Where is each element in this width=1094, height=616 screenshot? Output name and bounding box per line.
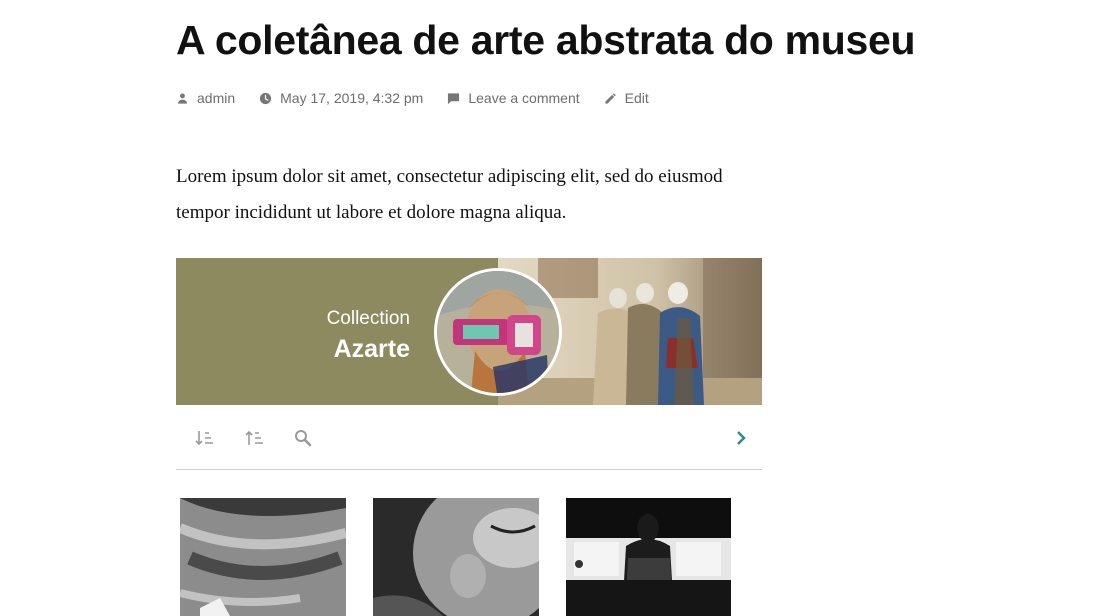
post-title: A coletânea de arte abstrata do museu — [176, 17, 916, 63]
clock-icon — [260, 92, 272, 104]
collection-thumbnail — [434, 268, 562, 396]
person-icon — [178, 92, 187, 104]
post-body: Lorem ipsum dolor sit amet, consectetur … — [176, 166, 723, 223]
meta-author: admin — [176, 90, 235, 106]
toolbar-divider — [176, 469, 762, 470]
pencil-icon — [605, 92, 616, 104]
meta-date: May 17, 2019, 4:32 pm — [259, 90, 423, 106]
sort-ascending-icon[interactable] — [244, 427, 266, 449]
author-link[interactable]: admin — [197, 90, 235, 106]
collection-banner[interactable]: Collection Azarte — [176, 258, 762, 405]
collection-name[interactable]: Azarte — [334, 334, 410, 364]
sort-descending-icon[interactable] — [194, 427, 216, 449]
leave-comment-link[interactable]: Leave a comment — [468, 90, 579, 106]
comment-icon — [448, 92, 460, 104]
collection-toolbar — [176, 417, 762, 459]
collection-item-thumbnail[interactable] — [180, 498, 346, 616]
search-icon[interactable] — [292, 427, 314, 449]
edit-link[interactable]: Edit — [625, 90, 649, 106]
meta-edit: Edit — [604, 90, 649, 106]
date-link[interactable]: May 17, 2019, 4:32 pm — [280, 90, 423, 106]
post-meta: admin May 17, 2019, 4:32 pm Leave a comm… — [176, 89, 673, 107]
collection-item-thumbnail[interactable] — [373, 498, 539, 616]
chevron-right-icon[interactable] — [731, 427, 753, 449]
collection-item-thumbnail[interactable] — [566, 498, 731, 616]
meta-comment: Leave a comment — [447, 90, 580, 106]
collection-label: Collection — [326, 308, 410, 329]
